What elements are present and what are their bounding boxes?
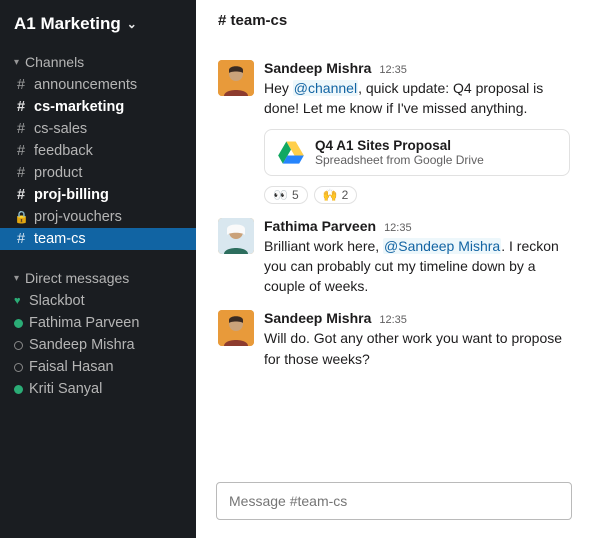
dm-kriti-sanyal[interactable]: Kriti Sanyal — [0, 378, 196, 400]
channels-label: Channels — [25, 54, 84, 70]
channel-cs-sales[interactable]: # cs-sales — [0, 118, 196, 140]
lock-icon: 🔒 — [14, 210, 28, 224]
avatar[interactable] — [218, 218, 254, 254]
channels-list: # announcements # cs-marketing # cs-sales # fee… — [0, 74, 196, 250]
message: Sandeep Mishra 12:35 Will do. Got any othe… — [214, 300, 574, 373]
channel-feedback[interactable]: # feedback — [0, 140, 196, 162]
reactions: 👀5🙌2 — [264, 186, 570, 204]
avatar[interactable] — [218, 310, 254, 346]
caret-down-icon: ▾ — [14, 57, 19, 68]
dm-label: Fathima Parveen — [29, 315, 139, 331]
dm-sandeep-mishra[interactable]: Sandeep Mishra — [0, 334, 196, 356]
message-author[interactable]: Sandeep Mishra — [264, 310, 371, 326]
dms-list: ♥ Slackbot Fathima Parveen Sandeep Mishra Fa… — [0, 290, 196, 400]
dm-label: Kriti Sanyal — [29, 381, 102, 397]
mention[interactable]: @channel — [293, 80, 358, 96]
channel-product[interactable]: # product — [0, 162, 196, 184]
message-author[interactable]: Fathima Parveen — [264, 218, 376, 234]
message-input[interactable] — [216, 482, 572, 520]
channel-announcements[interactable]: # announcements — [0, 74, 196, 96]
message-text: Hey @channel, quick update: Q4 proposal … — [264, 78, 570, 119]
message: Fathima Parveen 12:35 Brilliant work here,… — [214, 208, 574, 301]
reaction-count: 2 — [342, 188, 349, 202]
workspace-name: A1 Marketing — [14, 14, 121, 34]
dms-section-header[interactable]: ▾ Direct messages — [0, 260, 196, 290]
message-body: Sandeep Mishra 12:35 Will do. Got any othe… — [264, 310, 570, 369]
channel-name: # team-cs — [218, 12, 287, 29]
hash-icon: # — [14, 187, 28, 203]
channel-label: cs-marketing — [34, 99, 124, 115]
reaction[interactable]: 👀5 — [264, 186, 308, 204]
channel-label: team-cs — [34, 231, 86, 247]
attachment[interactable]: Q4 A1 Sites ProposalSpreadsheet from Goo… — [264, 129, 570, 176]
mention[interactable]: @Sandeep Mishra — [383, 238, 501, 254]
sidebar: A1 Marketing ⌄ ▾ Channels # announcements… — [0, 0, 196, 538]
reaction-emoji: 🙌 — [323, 188, 338, 202]
channel-header[interactable]: # team-cs — [196, 0, 592, 44]
channel-label: proj-billing — [34, 187, 109, 203]
channels-section-header[interactable]: ▾ Channels — [0, 44, 196, 74]
main-pane: # team-cs Sandeep Mishra 12:35 Hey @channe… — [196, 0, 592, 538]
dm-label: Faisal Hasan — [29, 359, 114, 375]
hash-icon: # — [14, 121, 28, 137]
dm-slackbot[interactable]: ♥ Slackbot — [0, 290, 196, 312]
message-text: Brilliant work here, @Sandeep Mishra. I … — [264, 236, 570, 297]
channel-cs-marketing[interactable]: # cs-marketing — [0, 96, 196, 118]
attachment-subtitle: Spreadsheet from Google Drive — [315, 153, 484, 167]
hash-icon: # — [14, 231, 28, 247]
reaction[interactable]: 🙌2 — [314, 186, 358, 204]
channel-label: product — [34, 165, 82, 181]
composer-area — [196, 478, 592, 538]
message-time: 12:35 — [379, 314, 407, 326]
message-author[interactable]: Sandeep Mishra — [264, 60, 371, 76]
presence-offline-icon — [14, 341, 23, 350]
channel-label: cs-sales — [34, 121, 87, 137]
hash-icon: # — [14, 99, 28, 115]
presence-online-icon — [14, 385, 23, 394]
google-drive-icon — [277, 138, 305, 166]
chevron-down-icon: ⌄ — [127, 17, 137, 31]
reaction-emoji: 👀 — [273, 188, 288, 202]
avatar[interactable] — [218, 60, 254, 96]
message: Sandeep Mishra 12:35 Hey @channel, quick u… — [214, 50, 574, 208]
hash-icon: # — [14, 165, 28, 181]
channel-label: feedback — [34, 143, 93, 159]
hash-icon: # — [14, 143, 28, 159]
workspace-switcher[interactable]: A1 Marketing ⌄ — [0, 8, 196, 44]
heart-icon: ♥ — [14, 295, 23, 307]
attachment-title: Q4 A1 Sites Proposal — [315, 138, 484, 153]
channel-team-cs[interactable]: # team-cs — [0, 228, 196, 250]
message-body: Fathima Parveen 12:35 Brilliant work here,… — [264, 218, 570, 297]
presence-online-icon — [14, 319, 23, 328]
hash-icon: # — [14, 77, 28, 93]
dm-label: Slackbot — [29, 293, 85, 309]
channel-proj-billing[interactable]: # proj-billing — [0, 184, 196, 206]
presence-offline-icon — [14, 363, 23, 372]
channel-label: announcements — [34, 77, 137, 93]
caret-down-icon: ▾ — [14, 273, 19, 284]
dm-faisal-hasan[interactable]: Faisal Hasan — [0, 356, 196, 378]
reaction-count: 5 — [292, 188, 299, 202]
message-list: Sandeep Mishra 12:35 Hey @channel, quick u… — [196, 44, 592, 478]
message-time: 12:35 — [379, 64, 407, 76]
message-time: 12:35 — [384, 222, 412, 234]
dm-fathima-parveen[interactable]: Fathima Parveen — [0, 312, 196, 334]
channel-proj-vouchers[interactable]: 🔒 proj-vouchers — [0, 206, 196, 228]
dms-label: Direct messages — [25, 270, 129, 286]
message-text: Will do. Got any other work you want to … — [264, 328, 570, 369]
channel-label: proj-vouchers — [34, 209, 122, 225]
dm-label: Sandeep Mishra — [29, 337, 135, 353]
message-body: Sandeep Mishra 12:35 Hey @channel, quick u… — [264, 60, 570, 204]
